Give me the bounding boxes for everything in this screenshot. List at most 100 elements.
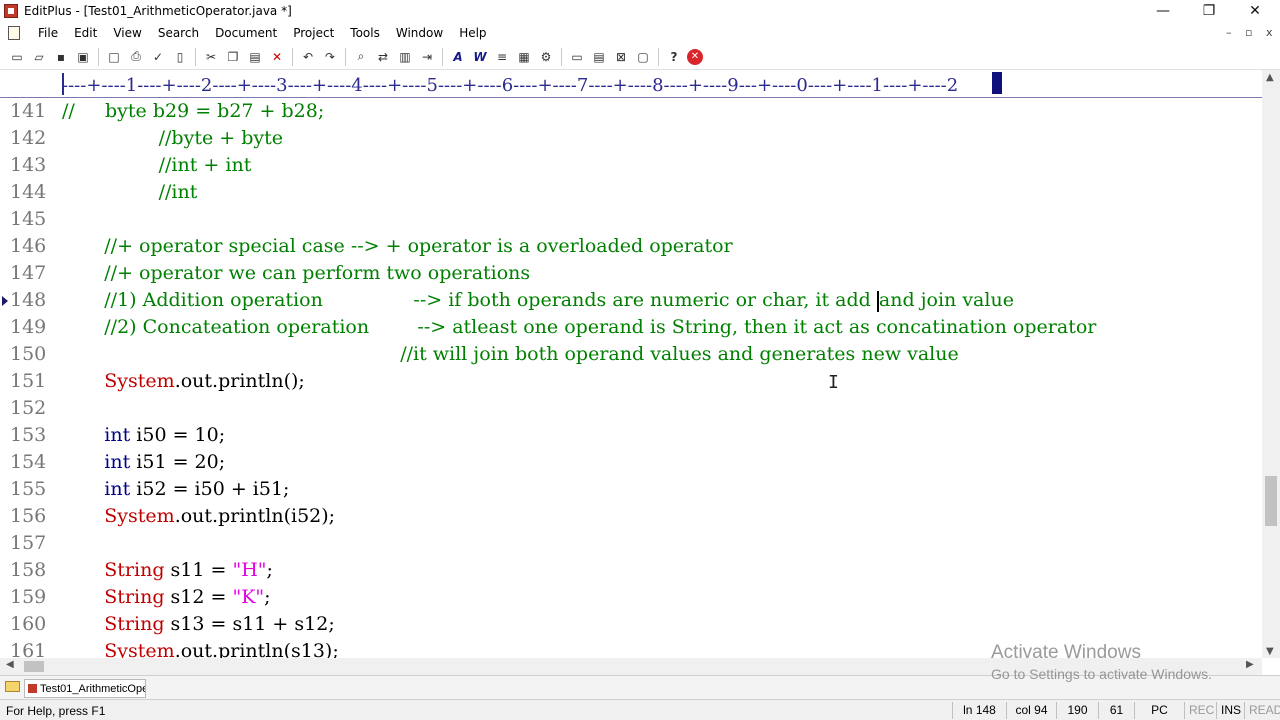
- delete-icon[interactable]: ✕: [268, 48, 286, 66]
- menu-help[interactable]: Help: [451, 26, 494, 40]
- find-in-files-icon[interactable]: ▥: [396, 48, 414, 66]
- line-break-icon[interactable]: ≡: [493, 48, 511, 66]
- find-icon[interactable]: ⌕: [352, 48, 370, 66]
- hex-icon[interactable]: ▦: [515, 48, 533, 66]
- window-icon[interactable]: ▭: [568, 48, 586, 66]
- code-token: "K": [232, 586, 265, 608]
- code-line[interactable]: 147 //+ operator we can perform two oper…: [0, 260, 1262, 287]
- scroll-right-icon[interactable]: ▶: [1246, 659, 1254, 670]
- bookmark-marker-icon: [2, 296, 8, 306]
- code-line[interactable]: 157: [0, 530, 1262, 557]
- word-wrap-icon[interactable]: W: [471, 48, 489, 66]
- code-token: int: [104, 478, 131, 500]
- folder-icon[interactable]: [5, 681, 20, 692]
- new-file-icon[interactable]: ▭: [8, 48, 26, 66]
- code-token: //it will join both operand values and g…: [62, 343, 959, 365]
- open-icon[interactable]: ▱: [30, 48, 48, 66]
- tile-icon[interactable]: ▤: [590, 48, 608, 66]
- line-number: 152: [10, 397, 47, 419]
- save-icon[interactable]: ▪: [52, 48, 70, 66]
- toolbar-separator: [345, 47, 346, 66]
- menu-window[interactable]: Window: [388, 26, 451, 40]
- print-icon[interactable]: ⎙: [127, 48, 145, 66]
- help-icon[interactable]: ?: [665, 48, 683, 66]
- code-text: //2) Concateation operation --> atleast …: [62, 314, 1096, 341]
- code-line[interactable]: 160 String s13 = s11 + s12;: [0, 611, 1262, 638]
- settings-icon[interactable]: ⚙: [537, 48, 555, 66]
- code-line[interactable]: 159 String s12 = "K";: [0, 584, 1262, 611]
- menu-file[interactable]: File: [30, 26, 66, 40]
- code-token: s13 = s11 + s12;: [164, 613, 335, 635]
- save-all-icon[interactable]: ▣: [74, 48, 92, 66]
- scroll-left-icon[interactable]: ◀: [6, 659, 14, 670]
- spell-check-icon[interactable]: ✓: [149, 48, 167, 66]
- code-line[interactable]: 156 System.out.println(i52);: [0, 503, 1262, 530]
- minimize-button[interactable]: —: [1140, 0, 1186, 22]
- code-line[interactable]: 150 //it will join both operand values a…: [0, 341, 1262, 368]
- status-ins: INS: [1216, 702, 1244, 719]
- tab-label: Test01_ArithmeticOperator.java: [40, 682, 145, 695]
- menu-document[interactable]: Document: [207, 26, 285, 40]
- code-token: i50 = 10;: [130, 424, 226, 446]
- code-text: //int + int: [62, 152, 252, 179]
- code-line[interactable]: 142 //byte + byte: [0, 125, 1262, 152]
- undo-icon[interactable]: ↶: [299, 48, 317, 66]
- scroll-down-icon[interactable]: ▼: [1266, 646, 1274, 657]
- status-help-text: For Help, press F1: [6, 704, 106, 718]
- tab-test01-arithmeticoperator[interactable]: Test01_ArithmeticOperator.java: [24, 679, 146, 698]
- redo-icon[interactable]: ↷: [321, 48, 339, 66]
- code-token: System: [104, 505, 175, 527]
- line-number: 149: [10, 316, 47, 338]
- code-line[interactable]: 155 int i52 = i50 + i51;: [0, 476, 1262, 503]
- doc-restore-button[interactable]: ▫: [1245, 26, 1252, 39]
- code-line[interactable]: 154 int i51 = 20;: [0, 449, 1262, 476]
- close-icon[interactable]: ✕: [687, 48, 703, 65]
- vertical-scrollbar[interactable]: ▲ ▼: [1262, 70, 1280, 658]
- maximize-button[interactable]: ❐: [1186, 0, 1232, 22]
- code-line[interactable]: 153 int i50 = 10;: [0, 422, 1262, 449]
- code-token: int: [104, 424, 131, 446]
- code-line[interactable]: 146 //+ operator special case --> + oper…: [0, 233, 1262, 260]
- code-editor[interactable]: 141 // byte b29 = b27 + b28; 142 //byte + …: [0, 98, 1262, 658]
- document-icon[interactable]: [8, 26, 20, 40]
- horizontal-scroll-thumb[interactable]: [24, 661, 44, 672]
- code-line[interactable]: 152: [0, 395, 1262, 422]
- code-line[interactable]: 145: [0, 206, 1262, 233]
- code-text: String s12 = "K";: [62, 584, 270, 611]
- code-line[interactable]: 143 //int + int: [0, 152, 1262, 179]
- scroll-up-icon[interactable]: ▲: [1266, 72, 1274, 83]
- code-line[interactable]: 158 String s11 = "H";: [0, 557, 1262, 584]
- page-setup-icon[interactable]: ▯: [171, 48, 189, 66]
- menu-edit[interactable]: Edit: [66, 26, 105, 40]
- code-token: //byte + byte: [62, 127, 283, 149]
- doc-close-button[interactable]: x: [1266, 26, 1273, 39]
- menu-search[interactable]: Search: [150, 26, 207, 40]
- line-number: 143: [10, 154, 47, 176]
- vertical-scroll-thumb[interactable]: [1265, 476, 1277, 526]
- paste-icon[interactable]: ▤: [246, 48, 264, 66]
- doc-minimize-button[interactable]: –: [1226, 26, 1232, 39]
- menu-project[interactable]: Project: [285, 26, 342, 40]
- code-line[interactable]: 148 //1) Addition operation --> if both …: [0, 287, 1262, 314]
- indent-icon[interactable]: ⇥: [418, 48, 436, 66]
- code-text: //int: [62, 179, 198, 206]
- font-icon[interactable]: A: [449, 48, 467, 66]
- code-token: int: [104, 451, 131, 473]
- menu-tools[interactable]: Tools: [342, 26, 388, 40]
- close-button[interactable]: ✕: [1232, 0, 1278, 22]
- close-window-icon[interactable]: ⊠: [612, 48, 630, 66]
- code-line[interactable]: 151 System.out.println();: [0, 368, 1262, 395]
- code-line[interactable]: 141 // byte b29 = b27 + b28;: [0, 98, 1262, 125]
- code-line[interactable]: 144 //int: [0, 179, 1262, 206]
- menu-view[interactable]: View: [105, 26, 149, 40]
- replace-icon[interactable]: ⇄: [374, 48, 392, 66]
- code-line[interactable]: 149 //2) Concateation operation --> atle…: [0, 314, 1262, 341]
- cut-icon[interactable]: ✂: [202, 48, 220, 66]
- frame-icon[interactable]: ▢: [634, 48, 652, 66]
- code-token: i52 = i50 + i51;: [130, 478, 290, 500]
- code-token: .out.println(s13);: [174, 640, 339, 658]
- copy-icon[interactable]: ❐: [224, 48, 242, 66]
- print-preview-icon[interactable]: □: [105, 48, 123, 66]
